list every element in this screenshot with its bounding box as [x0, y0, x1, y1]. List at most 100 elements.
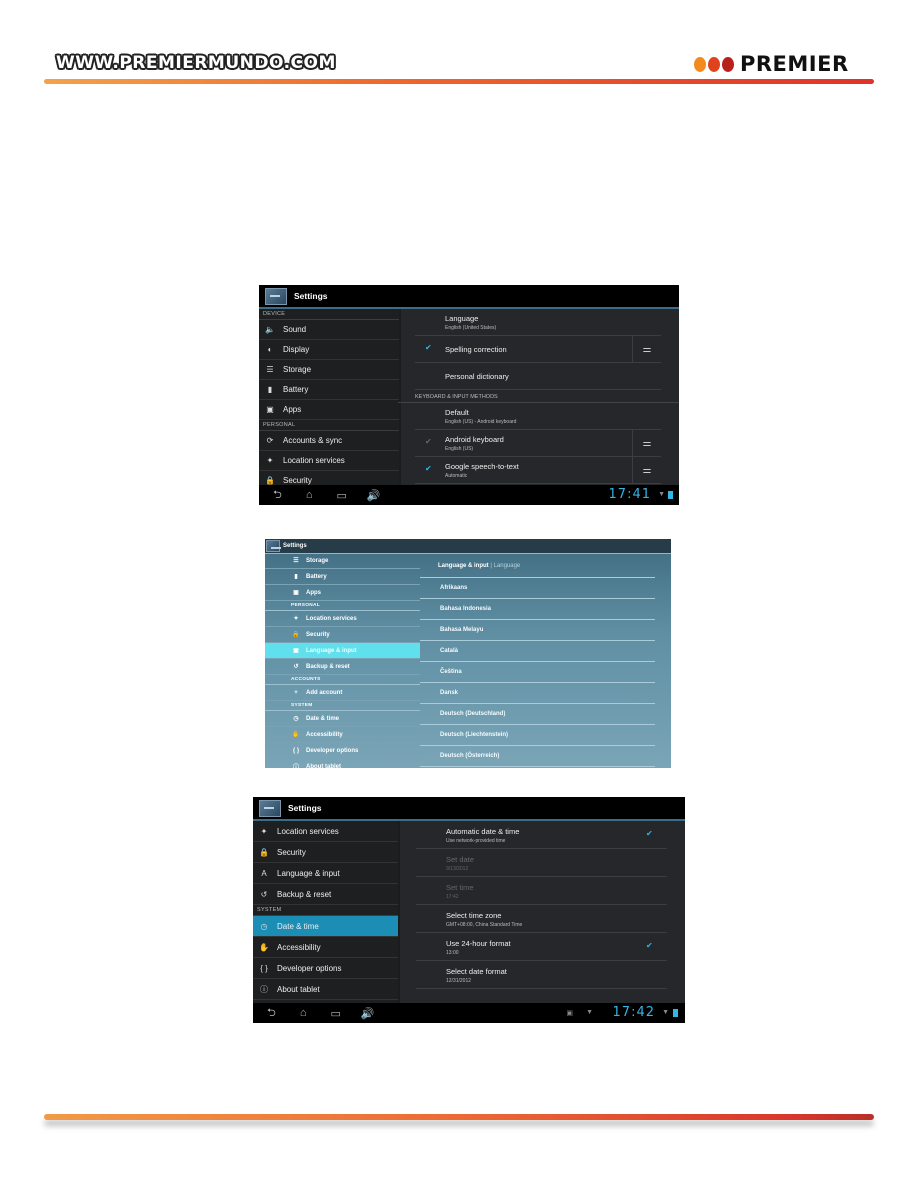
volume-button[interactable]: 🔊	[367, 489, 381, 502]
language-option[interactable]: Català	[420, 641, 655, 662]
sidebar-item-date-time[interactable]: ◷ Date & time	[265, 711, 420, 727]
sidebar-item-display[interactable]: ◐ Display	[259, 340, 399, 360]
volume-button[interactable]: 🔊	[361, 1007, 375, 1020]
sidebar-item-location-services[interactable]: ✦ Location services	[259, 451, 399, 471]
home-button[interactable]: ⌂	[300, 1007, 307, 1019]
screenshot-language-input: Settings DEVICE 🔈 Sound ◐ Display ☰ Storage ▮ Ba…	[259, 285, 679, 505]
preference-title: Language	[445, 314, 479, 323]
language-option[interactable]: Čeština	[420, 662, 655, 683]
preference-row[interactable]: Language English (United States)	[415, 309, 661, 336]
sidebar-item-label: Battery	[306, 573, 327, 580]
checkbox[interactable]: ✔	[425, 464, 432, 473]
sidebar-item-security[interactable]: 🔒 Security	[253, 842, 398, 863]
sidebar-item-battery[interactable]: ▮ Battery	[265, 569, 420, 585]
preference-row[interactable]: Automatic date & time Use network-provide…	[416, 821, 667, 849]
sliders-icon: ⚌	[642, 343, 652, 355]
sidebar-item-developer-options[interactable]: { } Developer options	[265, 743, 420, 759]
preference-summary: 3/13/2012	[446, 866, 469, 872]
sidebar-item-add-account[interactable]: + Add account	[265, 685, 420, 701]
sidebar-item-label: Storage	[306, 557, 329, 564]
sidebar-item-apps[interactable]: ▣ Apps	[265, 585, 420, 601]
sidebar-item-apps[interactable]: ▣ Apps	[259, 400, 399, 420]
language-option[interactable]: Deutsch (Österreich)	[420, 746, 655, 767]
language-option[interactable]: Bahasa Melayu	[420, 620, 655, 641]
breadcrumb-parent[interactable]: Language & input	[438, 563, 489, 569]
checkbox[interactable]: ✔	[425, 343, 432, 352]
recent-apps-button[interactable]: ▭	[336, 489, 346, 502]
language-option[interactable]: Deutsch (Deutschland)	[420, 704, 655, 725]
screenshot-date-time: Settings ✦ Location services 🔒 Security A Lan…	[253, 797, 685, 1023]
preference-row[interactable]: Personal dictionary	[415, 363, 661, 390]
sidebar-item-storage[interactable]: ☰ Storage	[265, 553, 420, 569]
preference-summary: English (US)	[445, 446, 474, 452]
back-button[interactable]: ⮌	[273, 486, 282, 505]
sidebar-item-about-tablet[interactable]: ⓘ About tablet	[253, 979, 398, 1000]
sidebar-item-label: Apps	[283, 405, 302, 414]
sidebar-item-label: Battery	[283, 385, 309, 394]
battery-icon: ▮	[267, 385, 273, 394]
wifi-icon: ▼	[662, 1009, 669, 1016]
settings-sidebar: ✦ Location services 🔒 Security A Language & i…	[253, 821, 398, 1003]
preference-row[interactable]: Use 24-hour format 13:00 ✔	[416, 933, 667, 961]
recent-apps-button[interactable]: ▭	[330, 1007, 340, 1020]
language-option[interactable]: Bahasa Indonesia	[420, 599, 655, 620]
accessibility-icon: ✋	[292, 732, 300, 738]
language-option[interactable]: Dansk	[420, 683, 655, 704]
sidebar-item-label: Date & time	[277, 921, 319, 931]
sidebar-item-about-tablet[interactable]: ⓘ About tablet	[265, 759, 420, 769]
sidebar-item-backup-reset[interactable]: ↺ Backup & reset	[253, 884, 398, 905]
sidebar-item-location-services[interactable]: ✦ Location services	[265, 611, 420, 627]
preference-row[interactable]: Spelling correction ✔ ⚌	[415, 336, 661, 363]
preference-row[interactable]: Google speech-to-text Automatic ✔ ⚌	[415, 457, 661, 484]
sidebar-item-language-input[interactable]: A Language & input	[253, 863, 398, 884]
back-button[interactable]: ⮌	[267, 1004, 276, 1023]
checkbox[interactable]: ✔	[425, 437, 432, 446]
preference-row[interactable]: Select date format 12/31/2012	[416, 961, 667, 989]
action-bar-title: Settings	[288, 803, 322, 813]
breadcrumb-current: Language	[493, 563, 521, 569]
checkbox[interactable]: ✔	[646, 829, 653, 838]
sidebar-item-accessibility[interactable]: ✋ Accessibility	[265, 727, 420, 743]
input-settings-button[interactable]: ⚌	[632, 457, 661, 483]
sidebar-item-storage[interactable]: ☰ Storage	[259, 360, 399, 380]
language-option[interactable]: Afrikaans	[420, 578, 655, 599]
sidebar-item-backup-reset[interactable]: ↺ Backup & reset	[265, 659, 420, 675]
sidebar-item-label: Security	[277, 847, 306, 857]
backup-icon: ↺	[260, 889, 268, 899]
battery-status-icon	[668, 491, 673, 499]
apps-icon: ▣	[266, 405, 274, 414]
sidebar-item-developer-options[interactable]: { } Developer options	[253, 958, 398, 979]
display-icon: ◐	[267, 345, 273, 354]
logo-dot-2	[708, 56, 720, 72]
sidebar-item-location-services[interactable]: ✦ Location services	[253, 821, 398, 842]
checkbox[interactable]: ✔	[646, 941, 653, 950]
premier-logo: PREMIER	[694, 52, 849, 76]
sidebar-item-accounts-sync[interactable]: ⟳ Accounts & sync	[259, 431, 399, 451]
sidebar-item-label: Add account	[306, 689, 343, 696]
sidebar-item-language-input[interactable]: ▣ Language & input	[265, 643, 420, 659]
language-option[interactable]: Deutsch (Liechtenstein)	[420, 725, 655, 746]
preference-row[interactable]: Android keyboard English (US) ✔ ⚌	[415, 430, 661, 457]
sidebar-item-label: Apps	[306, 589, 321, 596]
battery-icon: ▮	[294, 574, 298, 580]
battery-status-icon	[673, 1009, 678, 1017]
sidebar-item-sound[interactable]: 🔈 Sound	[259, 320, 399, 340]
sidebar-category: SYSTEM	[265, 701, 420, 711]
sidebar-item-date-time[interactable]: ◷ Date & time	[253, 916, 398, 937]
preference-title: Use 24-hour format	[446, 939, 511, 948]
footer-divider	[44, 1114, 874, 1120]
preference-row[interactable]: Default English (US) - Android keyboard	[415, 403, 661, 430]
lock-icon: 🔒	[259, 847, 269, 857]
sidebar-item-accessibility[interactable]: ✋ Accessibility	[253, 937, 398, 958]
storage-icon: ☰	[293, 558, 299, 564]
sidebar-item-security[interactable]: 🔒 Security	[265, 627, 420, 643]
preference-row[interactable]: Select time zone GMT+08:00, China Standar…	[416, 905, 667, 933]
home-button[interactable]: ⌂	[306, 489, 313, 501]
wifi-icon: ▼	[658, 491, 665, 498]
sidebar-item-label: Developer options	[306, 747, 359, 754]
action-bar-title: Settings	[294, 291, 328, 301]
sidebar-item-battery[interactable]: ▮ Battery	[259, 380, 399, 400]
input-settings-button[interactable]: ⚌	[632, 430, 661, 456]
preference-summary: 12/31/2012	[446, 978, 472, 984]
input-settings-button[interactable]: ⚌	[632, 336, 661, 362]
